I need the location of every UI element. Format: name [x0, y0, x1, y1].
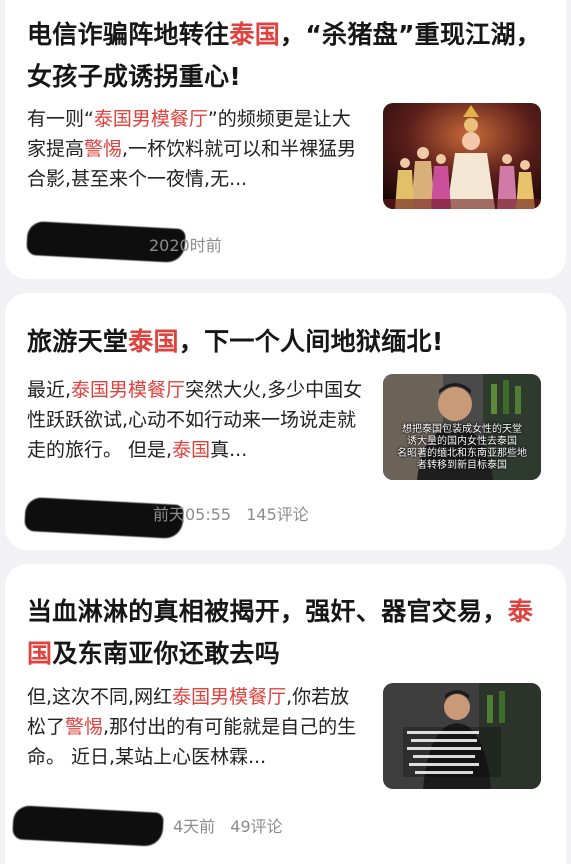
article-thumbnail[interactable]	[383, 103, 541, 209]
thumbnail-caption: 想把泰国包装成女性的天堂	[402, 424, 522, 435]
text-segment: 电信诈骗阵地转往	[27, 20, 230, 49]
article-title[interactable]: 旅游天堂泰国，下一个人间地狱缅北!	[27, 321, 546, 363]
article-snippet: 最近,泰国男模餐厅突然大火,多少中国女性跃跃欲试,心动不如行动来一场说走就走的旅…	[27, 375, 367, 465]
text-segment: ，下一个人间地狱缅北!	[178, 327, 444, 356]
article-time: 2020时前	[149, 236, 222, 255]
article-time: 前天05:55	[153, 505, 232, 524]
article-meta: 2020时前	[149, 232, 232, 256]
article-meta: 4天前 49评论	[173, 813, 293, 837]
text-segment: 及东南亚你还敢去吗	[52, 639, 281, 668]
article-snippet: 有一则“泰国男模餐厅”的频频更是让大家提高警惕,一杯饮料就可以和半裸猛男合影,甚…	[27, 104, 367, 194]
article-card[interactable]: 电信诈骗阵地转往泰国，“杀猪盘”重现江湖，女孩子成诱拐重心! 有一则“泰国男模餐…	[5, 0, 566, 279]
comment-count[interactable]: 49评论	[230, 817, 282, 836]
thumbnail-caption: 诱大量的国内女性去泰国	[407, 436, 517, 447]
article-thumbnail[interactable]	[383, 683, 541, 789]
highlighted-keyword: 泰国	[229, 20, 281, 49]
text-segment: 当血淋淋的真相被揭开，强奸、器官交易，	[27, 597, 508, 626]
article-title[interactable]: 当血淋淋的真相被揭开，强奸、器官交易，泰国及东南亚你还敢去吗	[27, 591, 546, 675]
article-meta: 前天05:55 145评论	[153, 501, 319, 525]
highlighted-keyword: 泰国男模餐厅	[71, 379, 186, 401]
highlighted-keyword: 泰国	[128, 327, 179, 356]
article-snippet: 但,这次不同,网红泰国男模餐厅,你若放松了警惕,那付出的有可能就是自己的生命。 …	[27, 682, 367, 772]
thumbnail-caption: 名昭著的缅北和东南亚那些地	[397, 448, 527, 459]
highlighted-keyword: 泰国男模餐厅	[93, 108, 208, 130]
highlighted-keyword: 警惕	[65, 716, 104, 738]
article-card[interactable]: 当血淋淋的真相被揭开，强奸、器官交易，泰国及东南亚你还敢去吗 但,这次不同,网红…	[5, 564, 566, 864]
text-segment: 有一则“	[27, 108, 94, 130]
text-segment: 真...	[210, 439, 248, 461]
highlighted-keyword: 警惕	[84, 138, 123, 160]
text-segment: 旅游天堂	[27, 327, 129, 356]
article-time: 4天前	[173, 817, 216, 836]
article-thumbnail[interactable]: 想把泰国包装成女性的天堂 诱大量的国内女性去泰国 名昭著的缅北和东南亚那些地 者…	[383, 374, 541, 480]
text-segment: 但,这次不同,网红	[27, 686, 173, 708]
comment-count[interactable]: 145评论	[246, 505, 309, 524]
highlighted-keyword: 泰国	[172, 439, 211, 461]
highlighted-keyword: 泰国男模餐厅	[172, 686, 287, 708]
redacted-author-mark	[12, 805, 164, 847]
thumbnail-caption: 者转移到新目标泰国	[417, 460, 507, 471]
article-title[interactable]: 电信诈骗阵地转往泰国，“杀猪盘”重现江湖，女孩子成诱拐重心!	[27, 14, 546, 98]
article-card[interactable]: 旅游天堂泰国，下一个人间地狱缅北! 最近,泰国男模餐厅突然大火,多少中国女性跃跃…	[5, 293, 566, 550]
text-segment: 最近,	[27, 379, 72, 401]
